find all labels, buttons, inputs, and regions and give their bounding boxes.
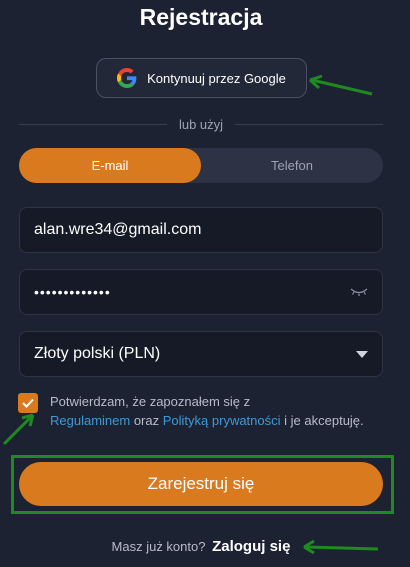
page-title: Rejestracja bbox=[139, 4, 263, 30]
terms-text: Potwierdzam, że zapoznałem się z Regulam… bbox=[50, 392, 364, 430]
password-field[interactable]: ••••••••••••• bbox=[19, 269, 383, 315]
login-prompt: Masz już konto? bbox=[111, 539, 206, 554]
password-value: ••••••••••••• bbox=[34, 284, 111, 300]
annotation-arrow-login bbox=[303, 539, 379, 555]
tab-email[interactable]: E-mail bbox=[19, 148, 201, 183]
terms-text-before: Potwierdzam, że zapoznałem się z bbox=[50, 394, 251, 409]
eye-closed-icon[interactable] bbox=[350, 287, 368, 297]
terms-link[interactable]: Regulaminem bbox=[50, 413, 130, 428]
tab-phone[interactable]: Telefon bbox=[201, 148, 383, 183]
currency-select[interactable]: Złoty polski (PLN) bbox=[19, 331, 383, 377]
checkmark-icon bbox=[22, 398, 34, 408]
or-divider: lub użyj bbox=[19, 114, 384, 134]
signup-method-tabs: E-mail Telefon bbox=[19, 148, 383, 183]
terms-text-mid: oraz bbox=[133, 413, 160, 428]
google-signin-button[interactable]: Kontynuuj przez Google bbox=[96, 58, 307, 98]
divider-line-left bbox=[19, 123, 167, 125]
annotation-arrow-checkbox bbox=[2, 413, 35, 446]
google-signin-label: Kontynuuj przez Google bbox=[147, 70, 286, 86]
email-value: alan.wre34@gmail.com bbox=[34, 221, 202, 238]
privacy-link[interactable]: Polityką prywatności bbox=[163, 413, 281, 428]
google-icon bbox=[117, 68, 137, 88]
annotation-arrow-google bbox=[309, 74, 373, 96]
divider-label: lub użyj bbox=[178, 116, 224, 132]
divider-line-right bbox=[235, 123, 384, 125]
chevron-down-icon bbox=[356, 350, 368, 358]
terms-text-after: i je akceptuję. bbox=[284, 413, 364, 428]
email-field[interactable]: alan.wre34@gmail.com bbox=[19, 207, 383, 253]
currency-value: Złoty polski (PLN) bbox=[34, 345, 161, 362]
login-link[interactable]: Zaloguj się bbox=[212, 538, 290, 555]
terms-consent: Potwierdzam, że zapoznałem się z Regulam… bbox=[18, 392, 384, 430]
register-button[interactable]: Zarejestruj się bbox=[19, 462, 383, 506]
